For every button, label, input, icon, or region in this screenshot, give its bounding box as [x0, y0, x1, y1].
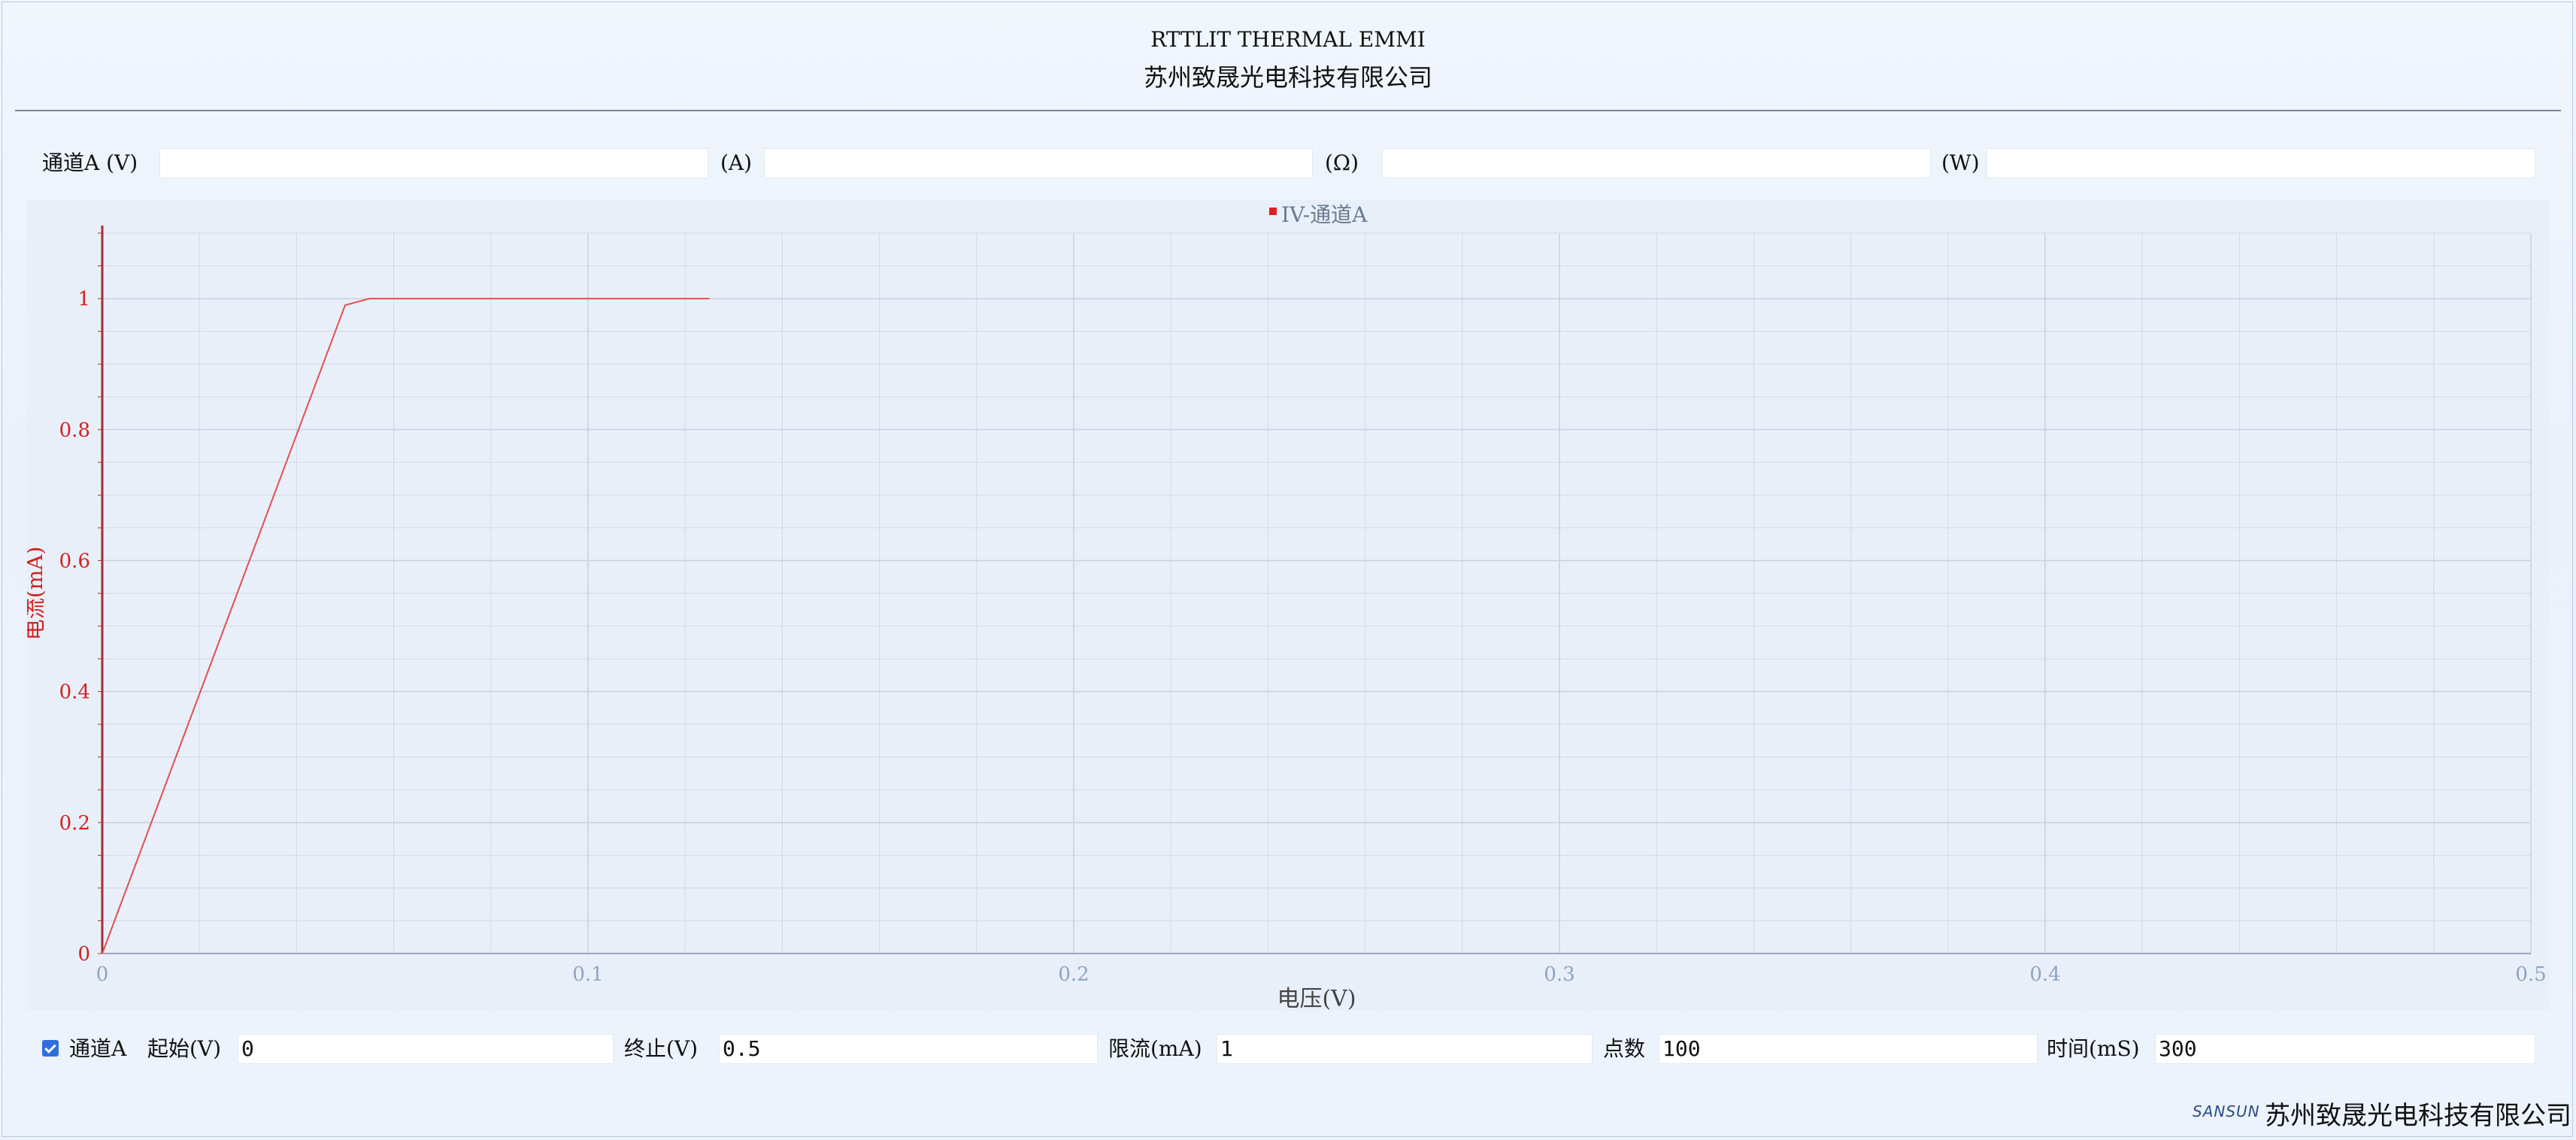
stop-label: 终止(V) [624, 1036, 699, 1061]
resistance-field[interactable] [1382, 148, 1931, 178]
legend-label: IV-通道A [1281, 202, 1368, 227]
stop-voltage-input[interactable]: 0.5 [719, 1034, 1098, 1064]
sansun-logo: SANSUN [2193, 1102, 2260, 1120]
y-tick-label: 0.4 [59, 681, 90, 704]
legend-swatch [1269, 208, 1277, 215]
voltage-field[interactable] [159, 148, 708, 178]
channel-a-checkbox[interactable] [42, 1040, 59, 1057]
y-tick-label: 0.8 [59, 419, 90, 441]
company-title: 苏州致晟光电科技有限公司 [1143, 63, 1432, 92]
points-label: 点数 [1603, 1036, 1646, 1061]
footer-company: 苏州致晟光电科技有限公司 [2265, 1101, 2571, 1131]
current-label: (A) [720, 150, 753, 175]
y-axis-title: 电流(mA) [27, 547, 47, 641]
time-input[interactable]: 300 [2155, 1034, 2535, 1064]
x-tick-label: 0.5 [2515, 963, 2546, 986]
voltage-label: 通道A (V) [42, 150, 138, 175]
limit-label: 限流(mA) [1108, 1036, 1202, 1061]
y-tick-label: 0 [77, 943, 90, 966]
header-divider [15, 110, 2561, 111]
resistance-label: (Ω) [1325, 150, 1359, 175]
time-label: 时间(mS) [2047, 1036, 2140, 1061]
power-field[interactable] [1987, 148, 2535, 178]
points-input[interactable]: 100 [1659, 1034, 2038, 1064]
channel-a-label: 通道A [69, 1036, 127, 1061]
x-axis-title: 电压(V) [1277, 986, 1356, 1011]
y-tick-label: 1 [77, 288, 90, 311]
x-tick-label: 0.3 [1544, 963, 1574, 986]
x-tick-label: 0.2 [1058, 963, 1089, 986]
app-title: RTTLIT THERMAL EMMI [1150, 27, 1426, 52]
x-tick-label: 0 [96, 963, 109, 986]
current-limit-input[interactable]: 1 [1217, 1034, 1593, 1064]
x-tick-label: 0.4 [2029, 963, 2060, 986]
iv-chart: 0 0.1 0.2 0.3 0.4 0.5 0 0.2 0.4 0.6 0.8 1 IV-通道A 电压… [23, 200, 2549, 1012]
y-tick-label: 0.6 [59, 550, 90, 572]
iv-chart-svg: 0 0.1 0.2 0.3 0.4 0.5 0 0.2 0.4 0.6 0.8 1 IV-通道A 电压… [23, 202, 2547, 1012]
current-field[interactable] [764, 148, 1313, 178]
y-tick-label: 0.2 [59, 812, 90, 835]
power-label: (W) [1941, 150, 1980, 175]
x-tick-label: 0.1 [572, 963, 603, 986]
start-label: 起始(V) [147, 1036, 222, 1061]
start-voltage-input[interactable]: 0 [238, 1034, 614, 1064]
